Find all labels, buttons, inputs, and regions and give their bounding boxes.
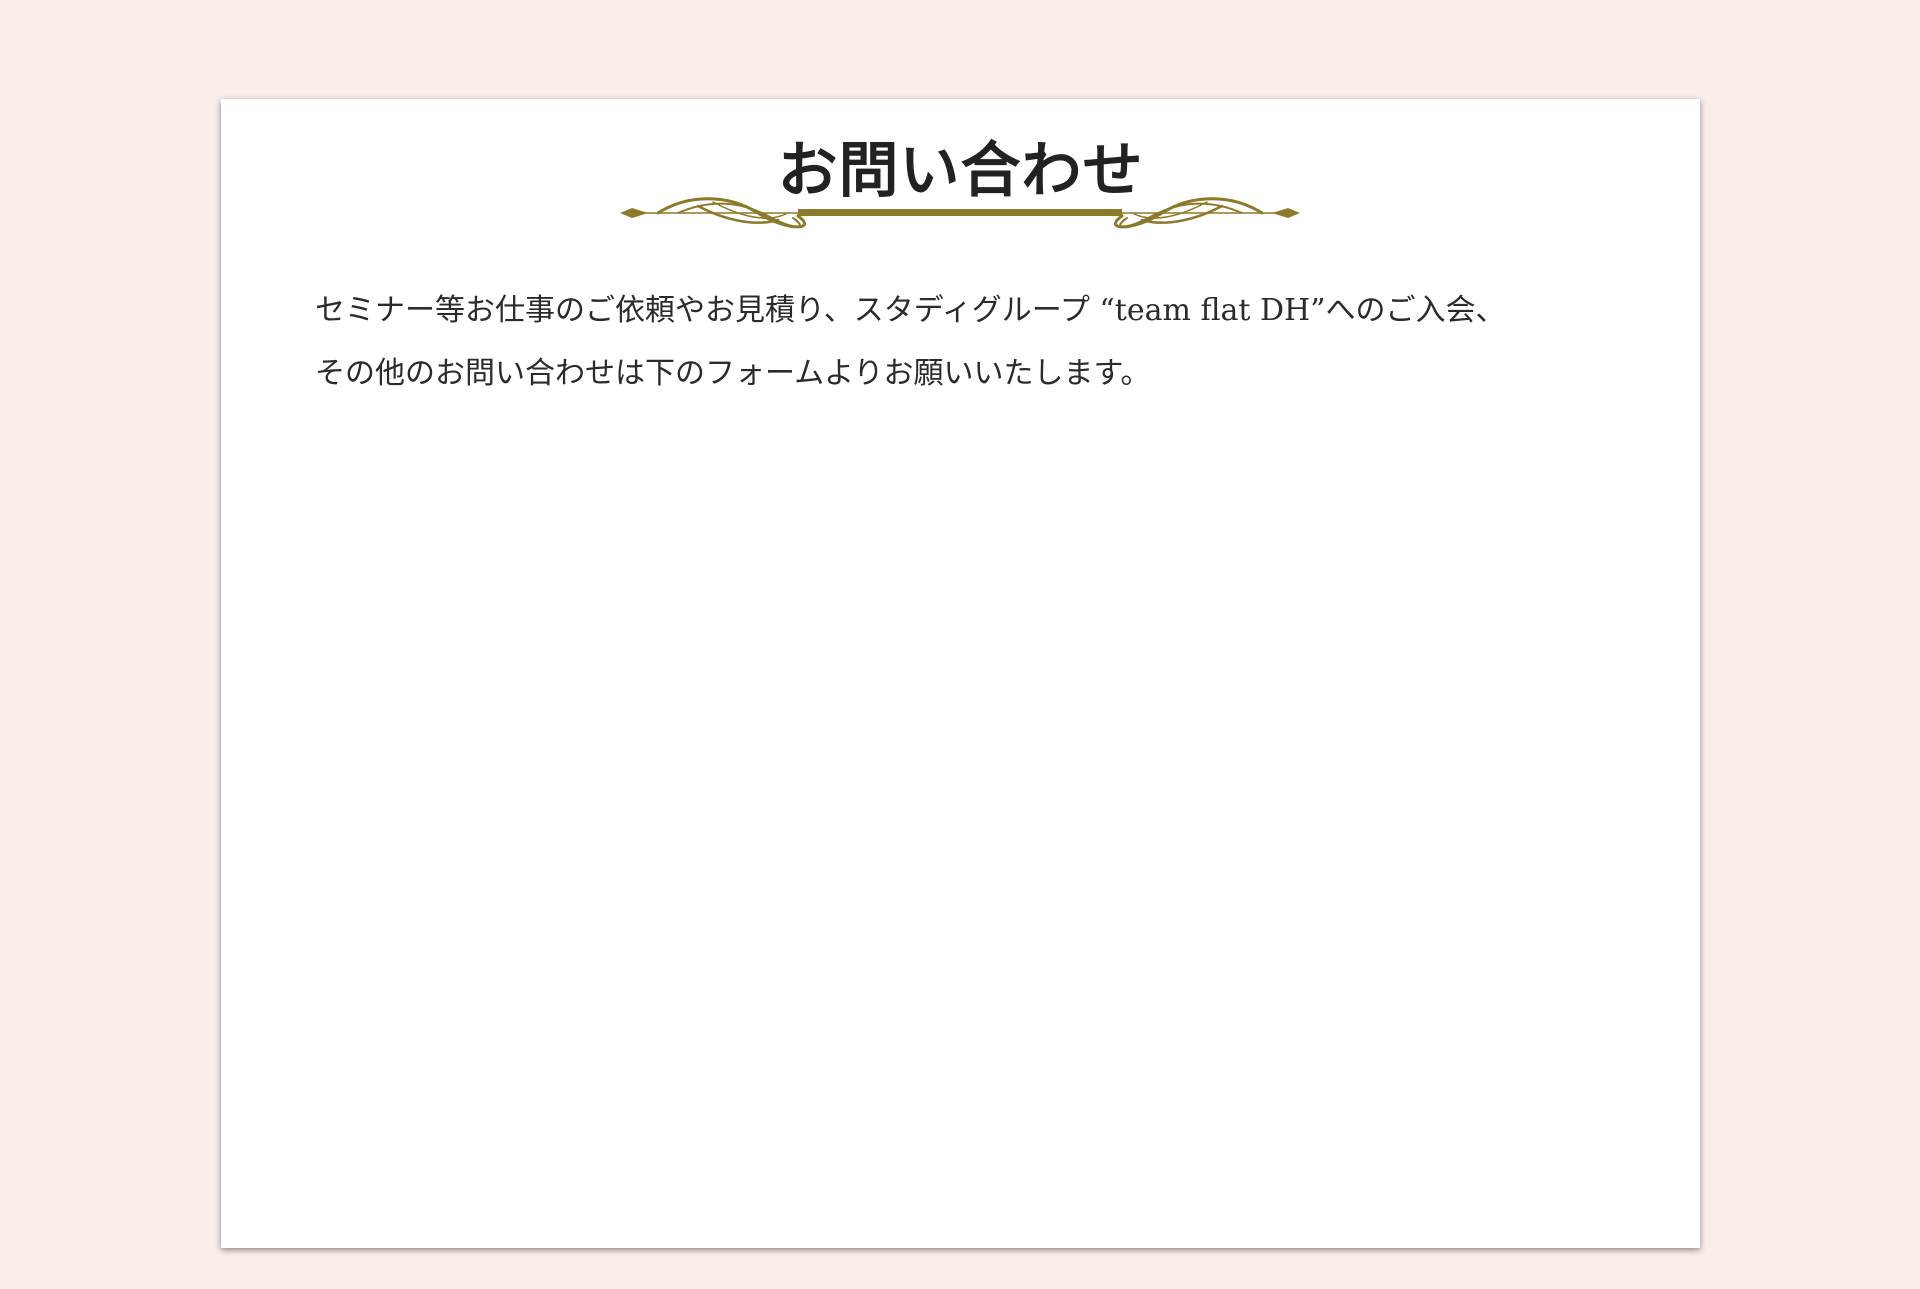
contact-card: お問い合わせ セミナー等お仕事のご依頼やお見積り、スタディグループ “team … xyxy=(221,99,1700,1248)
gold-flourish-divider-icon xyxy=(620,197,1300,229)
intro-text: セミナー等お仕事のご依頼やお見積り、スタディグループ “team flat DH… xyxy=(315,293,1506,391)
